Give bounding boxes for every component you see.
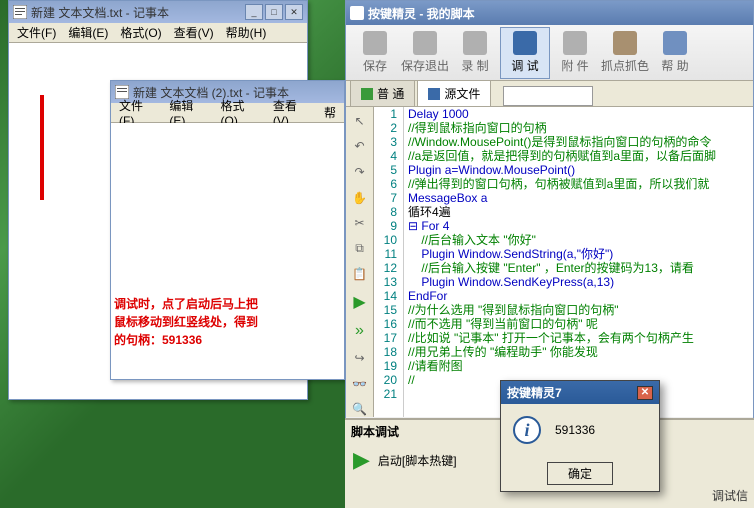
- attachment-button[interactable]: 附 件: [550, 27, 600, 79]
- notepad2-menubar: 文件(F) 编辑(E) 格式(O) 查看(V) 帮: [111, 103, 344, 123]
- msgbox-value: 591336: [555, 423, 595, 437]
- code-line-16[interactable]: //为什么选用 "得到鼠标指向窗口的句柄": [408, 303, 753, 317]
- tab-source-label: 源文件: [444, 85, 480, 102]
- save-exit-button[interactable]: 保存退出: [400, 27, 450, 79]
- binoculars-icon[interactable]: 👓: [350, 376, 370, 392]
- tab-normal-label: 普 通: [377, 85, 404, 102]
- paste-icon[interactable]: 📋: [350, 267, 370, 283]
- toolbar-label: 保存: [363, 57, 387, 74]
- help-button[interactable]: 帮 助: [650, 27, 700, 79]
- editor-area: ↖ ↶ ↷ ✋ ✂ ⧉ 📋 ▶ » ↪ 👓 🔍 1234567891011121…: [346, 107, 753, 417]
- main-toolbar: 保存保存退出录 制 调 试 附 件抓点抓色帮 助: [346, 25, 753, 81]
- menu-help[interactable]: 帮: [318, 102, 342, 123]
- hand-icon[interactable]: ✋: [350, 190, 370, 206]
- save-exit-button-icon: [413, 31, 437, 55]
- help-button-icon: [663, 31, 687, 55]
- record-button[interactable]: 录 制: [450, 27, 500, 79]
- menu-format[interactable]: 格式(O): [114, 22, 167, 43]
- code-line-12[interactable]: //后台输入按键 "Enter" ，Enter的按键码为13，请看: [408, 261, 753, 275]
- attachment-button-icon: [563, 31, 587, 55]
- code-line-17[interactable]: //而不选用 "得到当前窗口的句柄" 呢: [408, 317, 753, 331]
- info-icon: i: [513, 416, 541, 444]
- debug-play-icon[interactable]: ▶: [353, 447, 370, 473]
- editor-tabs: 普 通 源文件: [346, 81, 753, 107]
- line-gutter: 123456789101112131415161718192021: [374, 107, 404, 417]
- code-line-7[interactable]: MessageBox a: [408, 191, 753, 205]
- code-lines[interactable]: Delay 1000//得到鼠标指向窗口的句柄//Window.MousePoi…: [404, 107, 753, 417]
- record-button-icon: [463, 31, 487, 55]
- maximize-button[interactable]: □: [265, 4, 283, 20]
- msgbox-titlebar[interactable]: 按键精灵7 ✕: [501, 381, 659, 404]
- toolbar-label: 帮 助: [661, 57, 688, 74]
- app-title: 按键精灵 - 我的脚本: [368, 5, 749, 22]
- code-line-14[interactable]: EndFor: [408, 289, 753, 303]
- ok-button[interactable]: 确定: [547, 462, 613, 485]
- code-line-3[interactable]: //Window.MousePoint()是得到鼠标指向窗口的句柄的命令: [408, 135, 753, 149]
- code-line-8[interactable]: 循环4遍: [408, 205, 753, 219]
- arrow-icon[interactable]: ↖: [350, 113, 370, 129]
- notepad1-title: 新建 文本文档.txt - 记事本: [31, 4, 245, 21]
- tab-normal-icon: [361, 88, 373, 100]
- debug-button-icon: [513, 31, 537, 55]
- pick-color-button-icon: [613, 31, 637, 55]
- cut-icon[interactable]: ✂: [350, 215, 370, 231]
- app-icon: [350, 6, 364, 20]
- close-button[interactable]: ✕: [285, 4, 303, 20]
- menu-edit[interactable]: 编辑(E): [62, 22, 114, 43]
- annotation-text: 调试时，点了启动后马上把 鼠标移动到红竖线处，得到 的句柄：591336: [114, 295, 344, 349]
- annotation-line2: 鼠标移动到红竖线处，得到: [114, 313, 344, 331]
- message-box: 按键精灵7 ✕ i 591336 确定: [500, 380, 660, 492]
- redo-icon[interactable]: ↷: [350, 164, 370, 180]
- tab-source[interactable]: 源文件: [417, 80, 491, 106]
- tab-source-icon: [428, 88, 440, 100]
- play-icon[interactable]: ▶: [350, 292, 370, 312]
- toolbar-label: 抓点抓色: [601, 57, 649, 74]
- debug-info-label: 调试信: [712, 489, 748, 503]
- annotation-line3: 的句柄：591336: [114, 331, 344, 349]
- save-button[interactable]: 保存: [350, 27, 400, 79]
- code-line-1[interactable]: Delay 1000: [408, 107, 753, 121]
- menu-help[interactable]: 帮助(H): [220, 22, 273, 43]
- code-line-5[interactable]: Plugin a=Window.MousePoint(): [408, 163, 753, 177]
- close-icon[interactable]: ✕: [637, 386, 653, 400]
- launch-button[interactable]: 启动[脚本热键]: [378, 452, 457, 469]
- code-editor[interactable]: 123456789101112131415161718192021 Delay …: [374, 107, 753, 417]
- toolbar-label: 保存退出: [401, 57, 449, 74]
- code-line-9[interactable]: ⊟ For 4: [408, 219, 753, 233]
- notepad1-menubar: 文件(F) 编辑(E) 格式(O) 查看(V) 帮助(H): [9, 23, 307, 43]
- notepad-icon: [13, 5, 27, 19]
- toolbar-label: 调 试: [511, 57, 538, 74]
- code-line-11[interactable]: Plugin Window.SendString(a,"你好"): [408, 247, 753, 261]
- app-titlebar[interactable]: 按键精灵 - 我的脚本: [346, 1, 753, 25]
- code-line-10[interactable]: //后台输入文本 "你好": [408, 233, 753, 247]
- vertical-toolbar: ↖ ↶ ↷ ✋ ✂ ⧉ 📋 ▶ » ↪ 👓 🔍: [346, 107, 374, 417]
- code-line-20[interactable]: //请看附图: [408, 359, 753, 373]
- fast-forward-icon[interactable]: »: [350, 322, 370, 340]
- toolbar-label: 录 制: [461, 57, 488, 74]
- code-line-13[interactable]: Plugin Window.SendKeyPress(a,13): [408, 275, 753, 289]
- undo-icon[interactable]: ↶: [350, 139, 370, 155]
- toolbar-label: 附 件: [561, 57, 588, 74]
- code-line-4[interactable]: //a是返回值，就是把得到的句柄赋值到a里面，以备后面脚: [408, 149, 753, 163]
- code-line-6[interactable]: //弹出得到的窗口句柄，句柄被赋值到a里面，所以我们就: [408, 177, 753, 191]
- red-vertical-line: [40, 95, 44, 200]
- minimize-button[interactable]: _: [245, 4, 263, 20]
- save-button-icon: [363, 31, 387, 55]
- pick-color-button[interactable]: 抓点抓色: [600, 27, 650, 79]
- msgbox-title: 按键精灵7: [507, 384, 562, 401]
- annotation-line1: 调试时，点了启动后马上把: [114, 295, 344, 313]
- step-icon[interactable]: ↪: [350, 350, 370, 366]
- debug-button[interactable]: 调 试: [500, 27, 550, 79]
- tab-dropdown[interactable]: [503, 86, 593, 106]
- menu-file[interactable]: 文件(F): [11, 22, 62, 43]
- code-line-2[interactable]: //得到鼠标指向窗口的句柄: [408, 121, 753, 135]
- notepad1-titlebar[interactable]: 新建 文本文档.txt - 记事本 _ □ ✕: [9, 1, 307, 23]
- menu-view[interactable]: 查看(V): [168, 22, 220, 43]
- search-icon[interactable]: 🔍: [350, 401, 370, 417]
- code-line-19[interactable]: //用兄弟上传的 "编程助手" 你能发现: [408, 345, 753, 359]
- tab-normal[interactable]: 普 通: [350, 80, 415, 106]
- copy-icon[interactable]: ⧉: [350, 241, 370, 257]
- code-line-18[interactable]: //比如说 "记事本" 打开一个记事本，会有两个句柄产生: [408, 331, 753, 345]
